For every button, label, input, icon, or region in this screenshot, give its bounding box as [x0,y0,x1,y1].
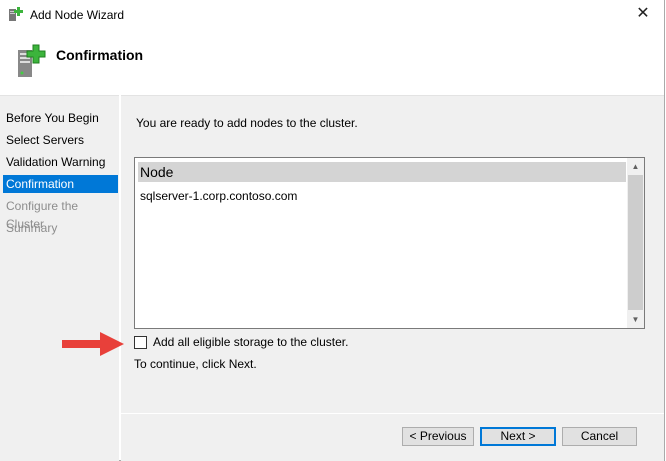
wizard-window: Add Node Wizard ✕ Confirmation Before Yo… [0,0,665,461]
scroll-up-icon[interactable]: ▲ [627,158,644,175]
red-arrow-icon [62,332,124,356]
step-configure-cluster: Configure the Cluster [6,199,79,231]
title-bar: Add Node Wizard ✕ [0,0,664,30]
previous-button[interactable]: < Previous [402,427,474,446]
node-list[interactable]: Node sqlserver-1.corp.contoso.com ▲ ▼ [134,157,645,329]
content-pane: You are ready to add nodes to the cluste… [121,95,664,461]
add-storage-label[interactable]: Add all eligible storage to the cluster. [153,335,348,349]
window-title: Add Node Wizard [30,8,125,22]
intro-text: You are ready to add nodes to the cluste… [136,116,358,130]
scroll-down-icon[interactable]: ▼ [627,311,644,328]
cluster-node-add-icon [18,44,46,77]
step-summary: Summary [6,221,58,235]
next-button[interactable]: Next > [480,427,556,446]
cluster-node-add-icon [9,7,23,21]
continue-text: To continue, click Next. [134,357,257,371]
column-header-node[interactable]: Node [138,162,626,182]
vertical-scrollbar[interactable]: ▲ ▼ [627,158,644,328]
step-select-servers[interactable]: Select Servers [3,131,118,149]
add-storage-checkbox[interactable] [134,336,147,349]
wizard-steps: Before You Begin Select Servers Validati… [0,95,119,461]
step-before-you-begin[interactable]: Before You Begin [3,109,118,127]
step-confirmation[interactable]: Confirmation [3,175,118,193]
cancel-button[interactable]: Cancel [562,427,637,446]
divider [121,413,664,414]
page-title: Confirmation [56,47,144,63]
list-item[interactable]: sqlserver-1.corp.contoso.com [140,189,297,203]
step-validation-warning[interactable]: Validation Warning [3,153,118,171]
scrollbar-thumb[interactable] [628,175,643,310]
close-icon[interactable]: ✕ [628,2,658,26]
